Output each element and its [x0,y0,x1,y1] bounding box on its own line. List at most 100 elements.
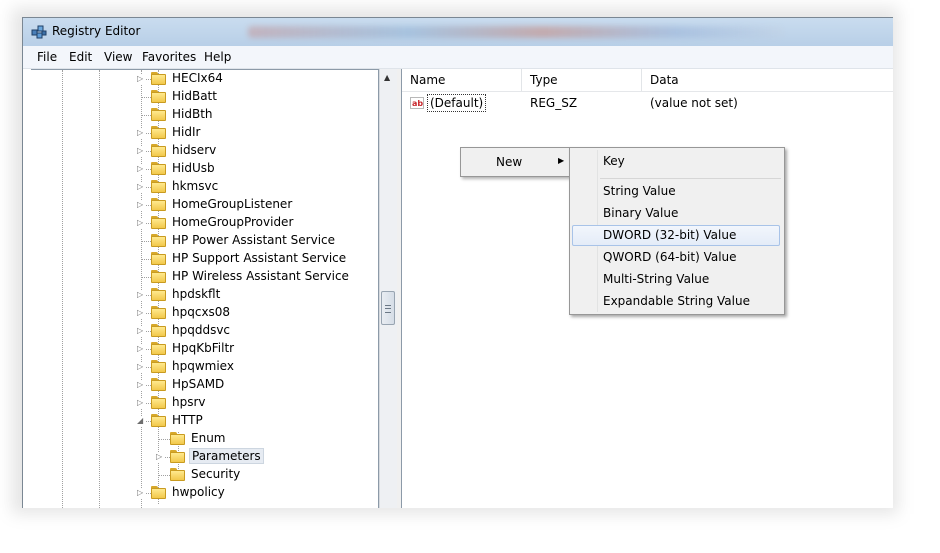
title-bar[interactable]: Registry Editor [23,18,893,46]
folder-icon [151,198,166,211]
tree-item-label[interactable]: hpqwmiex [170,359,236,373]
tree-item-label[interactable]: hpsrv [170,395,208,409]
tree-item-label[interactable]: Parameters [189,448,264,464]
grip-icon [385,305,391,313]
tree-item-label[interactable]: HidUsb [170,161,217,175]
tree-connector [141,241,151,242]
column-header-name[interactable]: Name [402,69,522,91]
folder-icon [151,486,166,499]
tree-item-label[interactable]: HidBth [170,107,215,121]
tree-item[interactable]: ▷ hpqddsvc [31,322,361,340]
expand-arrow-icon[interactable]: ▷ [137,344,145,354]
folder-icon [151,252,166,265]
tree-item[interactable]: ▷ HpSAMD [31,376,361,394]
menu-item-binary-value[interactable]: Binary Value [603,206,678,220]
tree-item-label[interactable]: hwpolicy [170,485,227,499]
tree-item[interactable]: ▷ hkmsvc [31,178,361,196]
registry-editor-icon [31,25,47,39]
folder-icon [151,324,166,337]
expand-arrow-icon[interactable]: ▷ [137,326,145,336]
string-value-icon: ab [410,97,424,109]
tree-item-label[interactable]: HidIr [170,125,202,139]
tree-item-label[interactable]: hpdskflt [170,287,222,301]
menu-edit[interactable]: Edit [69,50,92,64]
new-menu-label[interactable]: New [496,155,522,169]
registry-tree[interactable]: ▷ HECIx64 HidBatt HidBth ▷ HidIr ▷ hidserv ▷ HidU… [31,69,379,508]
tree-item[interactable]: ▷ hpsrv [31,394,361,412]
menu-favorites[interactable]: Favorites [142,50,196,64]
context-menu: New ▶ [460,147,570,177]
window-title: Registry Editor [52,24,141,38]
tree-item-label[interactable]: hkmsvc [170,179,220,193]
expand-arrow-icon[interactable]: ▷ [137,308,145,318]
tree-item[interactable]: ▷ HidIr [31,124,361,142]
tree-item[interactable]: Security [31,466,361,484]
tree-scrollbar[interactable]: ▲ [379,69,397,508]
tree-item-label[interactable]: hidserv [170,143,218,157]
menu-help[interactable]: Help [204,50,231,64]
expand-arrow-icon[interactable]: ▷ [137,200,145,210]
expand-arrow-icon[interactable]: ▷ [137,362,145,372]
expand-arrow-icon[interactable]: ▷ [137,218,145,228]
expand-arrow-icon[interactable]: ▷ [137,182,145,192]
tree-item[interactable]: ▷ hpqwmiex [31,358,361,376]
tree-item[interactable]: ▷ hidserv [31,142,361,160]
expand-arrow-icon[interactable]: ▷ [137,164,145,174]
menu-view[interactable]: View [104,50,132,64]
tree-item-label[interactable]: HP Power Assistant Service [170,233,337,247]
tree-item[interactable]: ◢ HTTP [31,412,361,430]
tree-item[interactable]: ▷ HpqKbFiltr [31,340,361,358]
expand-arrow-icon[interactable]: ▷ [137,146,145,156]
tree-item[interactable]: HP Wireless Assistant Service [31,268,361,286]
folder-icon [170,432,185,445]
tree-item-label[interactable]: Enum [189,431,227,445]
tree-item[interactable]: HidBatt [31,88,361,106]
tree-item[interactable]: ▷ hpqcxs08 [31,304,361,322]
tree-item-label[interactable]: Security [189,467,242,481]
expand-arrow-icon[interactable]: ▷ [137,74,145,84]
tree-item[interactable]: ▷ Parameters [31,448,361,466]
column-header-type[interactable]: Type [522,69,642,91]
tree-item[interactable]: HP Power Assistant Service [31,232,361,250]
tree-item[interactable]: ▷ HomeGroupProvider [31,214,361,232]
expand-arrow-icon[interactable]: ▷ [137,488,145,498]
expand-arrow-icon[interactable]: ▷ [137,380,145,390]
tree-item[interactable]: ▷ hwpolicy [31,484,361,502]
tree-item[interactable]: ▷ hpdskflt [31,286,361,304]
menu-file[interactable]: File [37,50,57,64]
menu-item-qword-value[interactable]: QWORD (64-bit) Value [603,250,737,264]
folder-icon [151,288,166,301]
tree-item-label[interactable]: hpqcxs08 [170,305,232,319]
value-name[interactable]: (Default) [427,94,487,112]
tree-item-label[interactable]: HP Wireless Assistant Service [170,269,351,283]
tree-item[interactable]: ▷ HidUsb [31,160,361,178]
tree-item-label[interactable]: HpSAMD [170,377,226,391]
tree-item-label[interactable]: HomeGroupListener [170,197,294,211]
tree-item[interactable]: HP Support Assistant Service [31,250,361,268]
menu-item-key[interactable]: Key [603,154,625,168]
expand-arrow-icon[interactable]: ▷ [137,128,145,138]
tree-item[interactable]: ▷ HomeGroupListener [31,196,361,214]
expand-arrow-icon[interactable]: ▷ [137,398,145,408]
tree-item-label[interactable]: HidBatt [170,89,219,103]
expanded-arrow-icon[interactable]: ◢ [137,416,145,426]
tree-item[interactable]: ▷ HECIx64 [31,70,361,88]
expand-arrow-icon[interactable]: ▷ [137,290,145,300]
tree-item[interactable]: HidBth [31,106,361,124]
tree-item-label[interactable]: HomeGroupProvider [170,215,295,229]
scrollbar-thumb[interactable] [381,291,395,325]
tree-item-label[interactable]: hpqddsvc [170,323,232,337]
menu-item-string-value[interactable]: String Value [603,184,676,198]
menu-item-multi-string-value[interactable]: Multi-String Value [603,272,709,286]
folder-icon [151,234,166,247]
scroll-up-arrow-icon[interactable]: ▲ [384,73,390,82]
tree-item[interactable]: Enum [31,430,361,448]
tree-item-label[interactable]: HTTP [170,413,205,427]
column-header-data[interactable]: Data [642,69,893,91]
menu-item-expandable-string-value[interactable]: Expandable String Value [603,294,750,308]
tree-item-label[interactable]: HpqKbFiltr [170,341,236,355]
menu-item-dword-value[interactable]: DWORD (32-bit) Value [603,228,736,242]
tree-item-label[interactable]: HECIx64 [170,71,225,85]
expand-arrow-icon[interactable]: ▷ [156,452,164,462]
tree-item-label[interactable]: HP Support Assistant Service [170,251,348,265]
